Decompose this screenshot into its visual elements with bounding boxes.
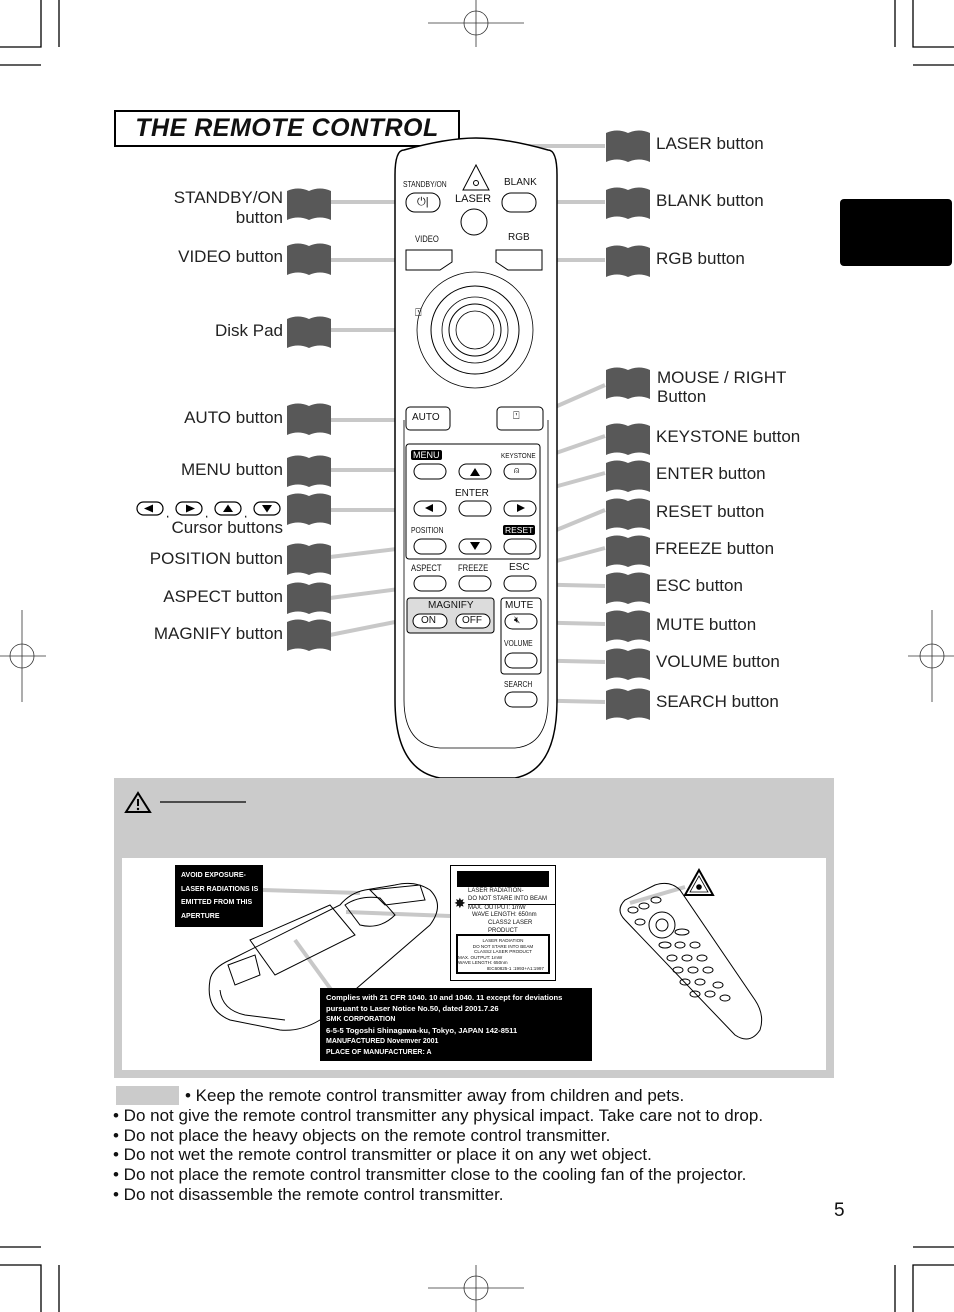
note-item: • Do not place the heavy objects on the … xyxy=(113,1125,611,1145)
compliance-label: Complies with 21 CFR 1040. 10 and 1040. … xyxy=(320,988,592,1061)
laser-label-header-bar xyxy=(457,871,549,887)
laser-top-line: WAVE LENGTH: 650nm xyxy=(472,912,537,919)
compliance-line: pursuant to Laser Notice No.50, dated 20… xyxy=(326,1004,499,1013)
note-item: • Do not disassemble the remote control … xyxy=(113,1184,504,1204)
page-number: 5 xyxy=(834,1200,845,1221)
notes-list: • Keep the remote control transmitter aw… xyxy=(113,1086,763,1205)
laser-top-line: LASER RADIATION- xyxy=(468,888,524,894)
note-item: • Do not wet the remote control transmit… xyxy=(113,1145,652,1165)
aperture-line: LASER RADIATIONS IS xyxy=(181,885,259,893)
compliance-line: MANUFACTURED Novemver 2001 xyxy=(326,1038,439,1045)
laser-hazard-icon xyxy=(683,867,715,896)
note-item: • Keep the remote control transmitter aw… xyxy=(113,1086,763,1106)
laser-product-label: ✸ LASER RADIATION- DO NOT STARE INTO BEA… xyxy=(450,865,556,981)
compliance-line: PLACE OF MANUFACTURER: A xyxy=(326,1049,432,1056)
remote-front-illustration xyxy=(619,882,763,1040)
aperture-line: AVOID EXPOSURE- xyxy=(181,872,246,879)
laser-top-line: DO NOT STARE INTO BEAM xyxy=(468,896,556,905)
aperture-line: APERTURE xyxy=(181,912,220,920)
note-item: • Do not place the remote control transm… xyxy=(113,1165,747,1185)
aperture-line: EMITTED FROM THIS xyxy=(181,899,253,906)
laser-burst-icon: ✸ xyxy=(454,895,466,911)
laser-bottom-line: IEC60825-1 :1993+A1:1997 xyxy=(486,965,544,971)
compliance-line: SMK CORPORATION xyxy=(326,1016,396,1023)
note-text: • Keep the remote control transmitter aw… xyxy=(185,1086,685,1105)
compliance-line: 6-5-5 Togoshi Shinagawa-ku, Tokyo, JAPAN… xyxy=(326,1026,518,1035)
note-item: • Do not give the remote control transmi… xyxy=(113,1105,764,1125)
laser-label-bottom-box: LASER RADIATION DO NOT STARE INTO BEAM C… xyxy=(456,934,550,974)
compliance-line: Complies with 21 CFR 1040. 10 and 1040. … xyxy=(326,993,563,1002)
laser-top-line: MAX. OUTPUT: 1mW xyxy=(468,904,526,911)
note-heading-placeholder xyxy=(116,1086,179,1105)
laser-label-top-text: LASER RADIATION- DO NOT STARE INTO BEAM … xyxy=(468,888,556,936)
aperture-warning-label: AVOID EXPOSURE- LASER RADIATIONS IS EMIT… xyxy=(175,865,263,927)
